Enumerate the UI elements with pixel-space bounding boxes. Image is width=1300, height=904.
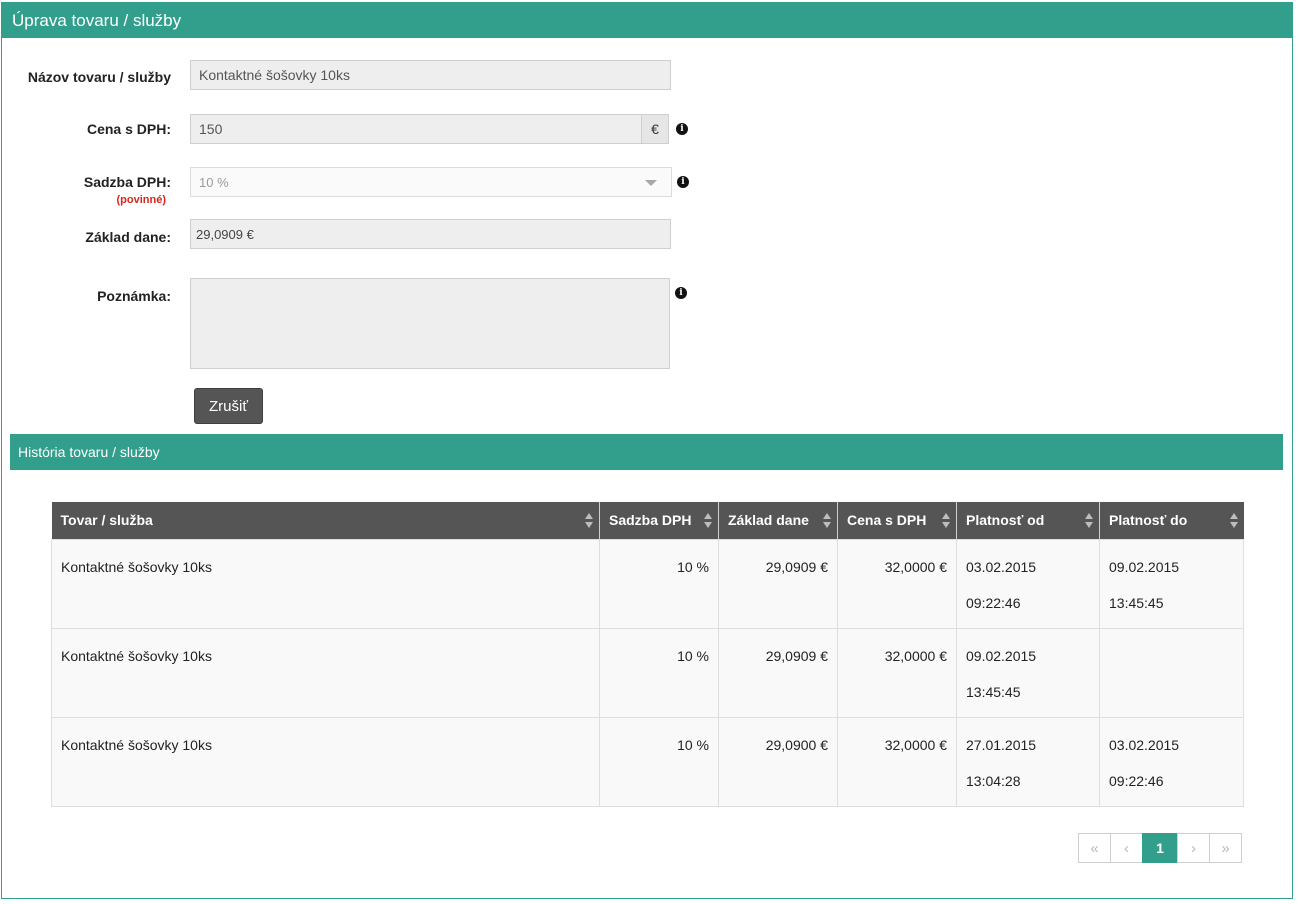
cell-base: 29,0900 €	[718, 716, 838, 807]
sort-icon	[823, 513, 831, 529]
vat-rate-info-icon[interactable]: i	[677, 176, 689, 188]
cancel-button[interactable]: Zrušiť	[194, 388, 263, 424]
cell-base: 29,0909 €	[718, 627, 838, 718]
note-label: Poznámka:	[97, 288, 171, 304]
page-last-button[interactable]: »	[1209, 833, 1242, 863]
sort-icon	[942, 513, 950, 529]
cell-price: 32,0000 €	[837, 716, 957, 807]
col-header-valid-from[interactable]: Platnosť od	[956, 502, 1100, 539]
note-info-icon[interactable]: i	[675, 287, 687, 299]
sort-icon	[585, 513, 593, 529]
cell-valid-to: 09.02.2015 13:45:45	[1099, 538, 1244, 629]
cell-vat: 10 %	[599, 716, 719, 807]
col-header-valid-to[interactable]: Platnosť do	[1099, 502, 1244, 539]
vat-rate-select[interactable]: 10 %	[190, 167, 672, 197]
chevron-down-icon	[645, 180, 657, 186]
name-input[interactable]: Kontaktné šošovky 10ks	[190, 60, 671, 90]
note-textarea[interactable]	[190, 278, 670, 369]
table-header-row: Tovar / služba Sadzba DPH Základ dane Ce…	[51, 502, 1244, 539]
cell-item: Kontaktné šošovky 10ks	[51, 716, 600, 807]
price-info-icon[interactable]: i	[676, 123, 688, 135]
tax-base-label: Základ dane:	[85, 229, 171, 245]
sort-icon	[1085, 513, 1093, 529]
col-header-vat[interactable]: Sadzba DPH	[599, 502, 719, 539]
col-header-price[interactable]: Cena s DPH	[837, 502, 957, 539]
sort-icon	[704, 513, 712, 529]
cell-item: Kontaktné šošovky 10ks	[51, 627, 600, 718]
cell-valid-from: 09.02.2015 13:45:45	[956, 627, 1100, 718]
tax-base-value: 29,0909 €	[190, 219, 671, 249]
required-note: (povinné)	[116, 194, 167, 206]
cell-valid-to: 03.02.2015 09:22:46	[1099, 716, 1244, 807]
cell-vat: 10 %	[599, 538, 719, 629]
cell-vat: 10 %	[599, 627, 719, 718]
page-prev-button[interactable]: ‹	[1110, 833, 1143, 863]
vat-rate-label: Sadzba DPH:	[83, 174, 171, 190]
table-row: Kontaktné šošovky 10ks 10 % 29,0900 € 32…	[51, 716, 1244, 807]
cell-valid-from: 03.02.2015 09:22:46	[956, 538, 1100, 629]
table-row: Kontaktné šošovky 10ks 10 % 29,0909 € 32…	[51, 627, 1244, 718]
cell-price: 32,0000 €	[837, 538, 957, 629]
history-table: Tovar / služba Sadzba DPH Základ dane Ce…	[51, 502, 1244, 807]
cell-base: 29,0909 €	[718, 538, 838, 629]
panel-title: Úprava tovaru / služby	[2, 3, 1292, 38]
price-input[interactable]: 150	[190, 114, 642, 144]
page-current-button[interactable]: 1	[1142, 833, 1178, 863]
cell-valid-to	[1099, 627, 1244, 718]
cell-valid-from: 27.01.2015 13:04:28	[956, 716, 1100, 807]
table-row: Kontaktné šošovky 10ks 10 % 29,0909 € 32…	[51, 538, 1244, 629]
currency-addon: €	[642, 114, 669, 144]
pagination: « ‹ 1 › »	[1078, 833, 1242, 863]
page-first-button[interactable]: «	[1078, 833, 1111, 863]
col-header-base[interactable]: Základ dane	[718, 502, 838, 539]
cell-item: Kontaktné šošovky 10ks	[51, 538, 600, 629]
name-label: Názov tovaru / služby	[27, 69, 171, 85]
sort-icon	[1229, 513, 1238, 529]
vat-rate-value: 10 %	[199, 174, 229, 190]
col-header-item[interactable]: Tovar / služba	[51, 502, 600, 539]
history-title: História tovaru / služby	[10, 434, 1283, 470]
page-next-button[interactable]: ›	[1177, 833, 1210, 863]
price-label: Cena s DPH:	[86, 121, 171, 137]
cell-price: 32,0000 €	[837, 627, 957, 718]
